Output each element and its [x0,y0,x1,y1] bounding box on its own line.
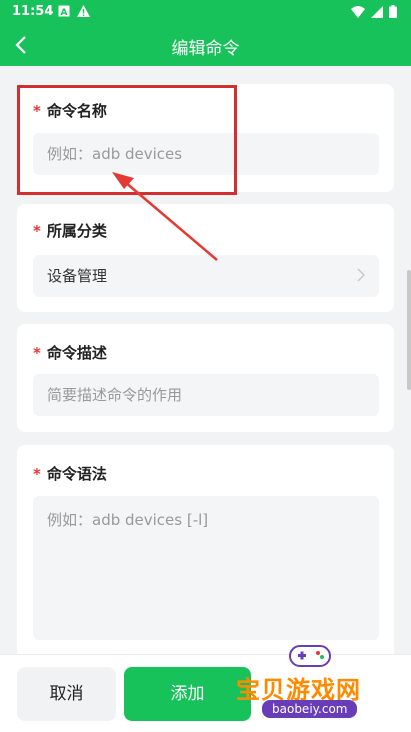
wifi-icon [351,5,365,18]
cancel-button[interactable]: 取消 [17,667,116,721]
svg-text:A: A [61,8,68,17]
signal-icon [371,5,383,18]
description-input[interactable]: 简要描述命令的作用 [33,374,379,416]
system-icons [351,5,397,18]
category-card: * 所属分类 设备管理 [17,204,394,312]
syntax-label: * 命令语法 [33,465,107,483]
chevron-right-icon [357,268,365,282]
category-select[interactable]: 设备管理 [33,255,379,297]
description-card: * 命令描述 简要描述命令的作用 [17,324,394,432]
syntax-card: * 命令语法 例如：adb devices [-l] [17,445,394,660]
annotation-highlight-box [17,85,237,195]
image-notification-icon: A [58,5,70,17]
status-bar: 11:54 A [0,0,411,24]
watermark-site: baobeiy.com [262,700,358,718]
required-mark: * [33,344,41,362]
page-title: 编辑命令 [171,39,240,59]
watermark-logo: 宝贝游戏网 baobeiy.com [232,638,408,730]
gamepad-icon [289,645,331,667]
required-mark: * [33,465,41,483]
notification-icons: A [58,5,90,17]
category-label: * 所属分类 [33,222,107,240]
required-mark: * [33,222,41,240]
app-bar: 编辑命令 [0,24,411,66]
category-value: 设备管理 [47,267,108,285]
syntax-textarea[interactable]: 例如：adb devices [-l] [33,496,379,640]
scrollbar[interactable] [407,270,411,390]
description-label: * 命令描述 [33,344,107,362]
status-time: 11:54 [12,4,54,19]
warning-icon [77,5,90,17]
battery-icon [389,5,397,18]
